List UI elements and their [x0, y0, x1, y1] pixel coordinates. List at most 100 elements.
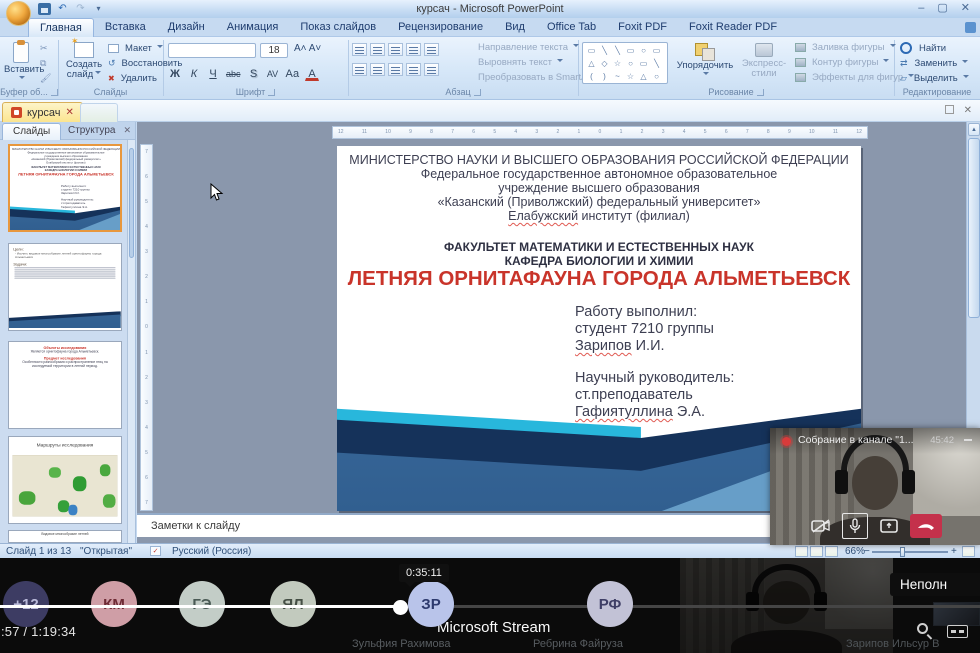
- shape-icon[interactable]: ╲: [611, 44, 624, 57]
- participant-avatar[interactable]: ГЭ: [179, 581, 225, 627]
- ribbon-tab[interactable]: Foxit PDF: [607, 18, 678, 37]
- share-screen-icon[interactable]: [877, 515, 901, 537]
- shape-icon[interactable]: ○: [624, 57, 637, 70]
- ribbon-tab[interactable]: Анимация: [216, 18, 290, 37]
- slide-thumbnail-1[interactable]: МИНИСТЕРСТВО НАУКИ И ВЫСШЕГО ОБРАЗОВАНИЯ…: [8, 144, 122, 232]
- align-right-button[interactable]: [388, 63, 403, 76]
- slide-thumbnail-5[interactable]: Видовое многообразие летней: [8, 530, 122, 543]
- close-document-icon[interactable]: ✕: [964, 105, 972, 116]
- ribbon-tab[interactable]: Foxit Reader PDF: [678, 18, 788, 37]
- participant-avatar[interactable]: +12: [3, 581, 49, 627]
- font-style-button[interactable]: А: [305, 65, 319, 81]
- font-size-combobox[interactable]: 18: [260, 43, 288, 58]
- slideshow-button[interactable]: [825, 546, 838, 557]
- shape-icon[interactable]: ○: [650, 70, 663, 83]
- justify-button[interactable]: [406, 63, 421, 76]
- font-style-button[interactable]: abc: [225, 65, 242, 81]
- new-document-tab[interactable]: [80, 103, 118, 122]
- pane-scrollbar-thumb[interactable]: [129, 148, 134, 258]
- ribbon-tab[interactable]: Рецензирование: [387, 18, 494, 37]
- shape-icon[interactable]: ○: [637, 44, 650, 57]
- shape-icon[interactable]: ╲: [598, 44, 611, 57]
- slide-sorter-button[interactable]: [810, 546, 823, 557]
- close-pane-icon[interactable]: ✕: [123, 125, 131, 136]
- increase-indent-button[interactable]: [406, 43, 421, 56]
- microphone-icon[interactable]: [842, 513, 868, 539]
- font-style-button[interactable]: Ч: [206, 65, 220, 81]
- zoom-slider-thumb[interactable]: [900, 547, 905, 557]
- slide-thumbnail-3[interactable]: Объекты исследования Является орнитофаун…: [8, 341, 122, 429]
- search-icon[interactable]: [917, 623, 928, 634]
- shape-icon[interactable]: ◇: [598, 57, 611, 70]
- bullets-button[interactable]: [352, 43, 367, 56]
- participant-avatar[interactable]: ЗР: [408, 581, 454, 627]
- dialog-launcher-icon[interactable]: [757, 89, 764, 96]
- font-name-combobox[interactable]: [168, 43, 256, 58]
- shape-icon[interactable]: △: [637, 70, 650, 83]
- spellcheck-icon[interactable]: ✓: [150, 546, 161, 556]
- minimize-icon[interactable]: [964, 439, 972, 441]
- close-button[interactable]: ✕: [961, 2, 970, 14]
- office-button[interactable]: [6, 1, 31, 26]
- ribbon-tab[interactable]: Дизайн: [157, 18, 216, 37]
- shape-icon[interactable]: △: [585, 57, 598, 70]
- font-style-button[interactable]: К: [187, 65, 201, 81]
- slide-thumbnail-4[interactable]: Маршруты исследования: [8, 436, 122, 524]
- ribbon-tab[interactable]: Вставка: [94, 18, 157, 37]
- participant-avatar[interactable]: ЯЛ: [270, 581, 316, 627]
- participant-avatar[interactable]: КМ: [91, 581, 137, 627]
- shape-fill-button[interactable]: Заливка фигуры: [795, 42, 914, 53]
- zoom-in-icon[interactable]: +: [951, 546, 957, 557]
- normal-view-button[interactable]: [795, 546, 808, 557]
- tab-menu-icon[interactable]: [945, 105, 954, 114]
- copy-icon[interactable]: ⧉: [40, 58, 51, 69]
- camera-off-icon[interactable]: [809, 515, 833, 537]
- zoom-out-icon[interactable]: −: [864, 546, 870, 557]
- minimize-button[interactable]: –: [918, 2, 924, 14]
- quick-styles-button[interactable]: Экспресс-стили: [738, 41, 790, 93]
- shape-icon[interactable]: ▭: [650, 44, 663, 57]
- shape-outline-button[interactable]: Контур фигуры: [795, 57, 914, 68]
- shape-icon[interactable]: ▭: [585, 44, 598, 57]
- replace-button[interactable]: Заменить: [900, 58, 969, 69]
- shape-icon[interactable]: ╲: [650, 57, 663, 70]
- paste-button[interactable]: Вставить: [4, 41, 38, 93]
- ribbon-tab[interactable]: Вид: [494, 18, 536, 37]
- language-status[interactable]: Русский (Россия): [172, 546, 251, 557]
- maximize-button[interactable]: ▢: [937, 2, 947, 14]
- shape-icon[interactable]: ▭: [637, 57, 650, 70]
- dialog-launcher-icon[interactable]: [474, 89, 481, 96]
- shape-icon[interactable]: ): [598, 70, 611, 83]
- font-style-button[interactable]: AV: [266, 65, 280, 81]
- ribbon-tab[interactable]: Показ слайдов: [289, 18, 387, 37]
- shape-effects-button[interactable]: Эффекты для фигур: [795, 72, 914, 83]
- tab-outline[interactable]: Структура: [60, 123, 123, 140]
- font-grow-shrink[interactable]: A˄ A˅: [294, 43, 321, 54]
- font-style-button[interactable]: Аа: [285, 65, 301, 81]
- shape-icon[interactable]: ☆: [624, 70, 637, 83]
- slide-thumbnail-2[interactable]: Цели: - Изучить видовое многообразие лет…: [8, 243, 122, 331]
- shape-icon[interactable]: (: [585, 70, 598, 83]
- zoom-slider[interactable]: [872, 551, 948, 553]
- format-painter-icon[interactable]: 🖌: [40, 73, 51, 84]
- font-style-button[interactable]: Ж: [168, 65, 182, 81]
- columns-button[interactable]: [424, 63, 439, 76]
- shape-icon[interactable]: ▭: [624, 44, 637, 57]
- tab-slides[interactable]: Слайды: [2, 123, 61, 140]
- align-left-button[interactable]: [352, 63, 367, 76]
- select-button[interactable]: Выделить: [900, 73, 969, 84]
- zoom-level[interactable]: 66%: [845, 546, 865, 557]
- line-spacing-button[interactable]: [424, 43, 439, 56]
- document-tab[interactable]: курсач ✕: [2, 102, 83, 122]
- dialog-launcher-icon[interactable]: [51, 89, 58, 96]
- new-slide-button[interactable]: Создать слайд: [62, 41, 106, 93]
- teams-meeting-overlay[interactable]: Собрание в канале "1... 45:42: [770, 428, 980, 545]
- arrange-button[interactable]: Упорядочить: [676, 41, 734, 93]
- cut-icon[interactable]: ✂: [40, 43, 51, 54]
- timeline-progress[interactable]: [0, 605, 401, 608]
- font-style-button[interactable]: S: [247, 65, 261, 81]
- dialog-launcher-icon[interactable]: [268, 89, 275, 96]
- scrollbar-thumb[interactable]: [968, 138, 980, 318]
- ribbon-tab[interactable]: Office Tab: [536, 18, 607, 37]
- decrease-indent-button[interactable]: [388, 43, 403, 56]
